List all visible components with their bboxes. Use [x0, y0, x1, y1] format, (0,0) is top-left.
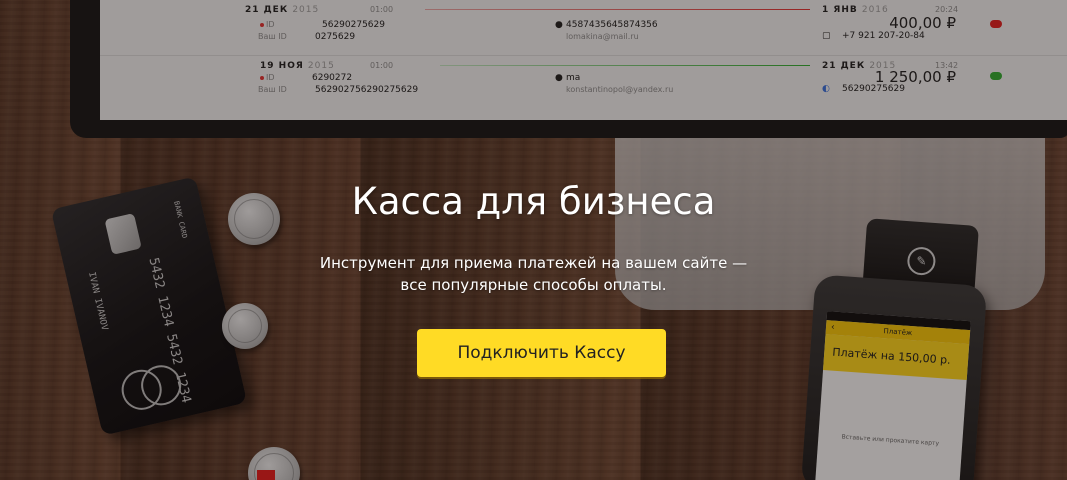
hero-subtitle: Инструмент для приема платежей на вашем … — [0, 252, 1067, 296]
background-dim-overlay — [0, 0, 1067, 480]
connect-kassa-button[interactable]: Подключить Кассу — [417, 329, 666, 377]
hero-title: Касса для бизнеса — [351, 180, 716, 223]
hero-subtitle-line: все популярные способы оплаты. — [400, 276, 667, 294]
hero-subtitle-line: Инструмент для приема платежей на вашем … — [319, 254, 748, 272]
